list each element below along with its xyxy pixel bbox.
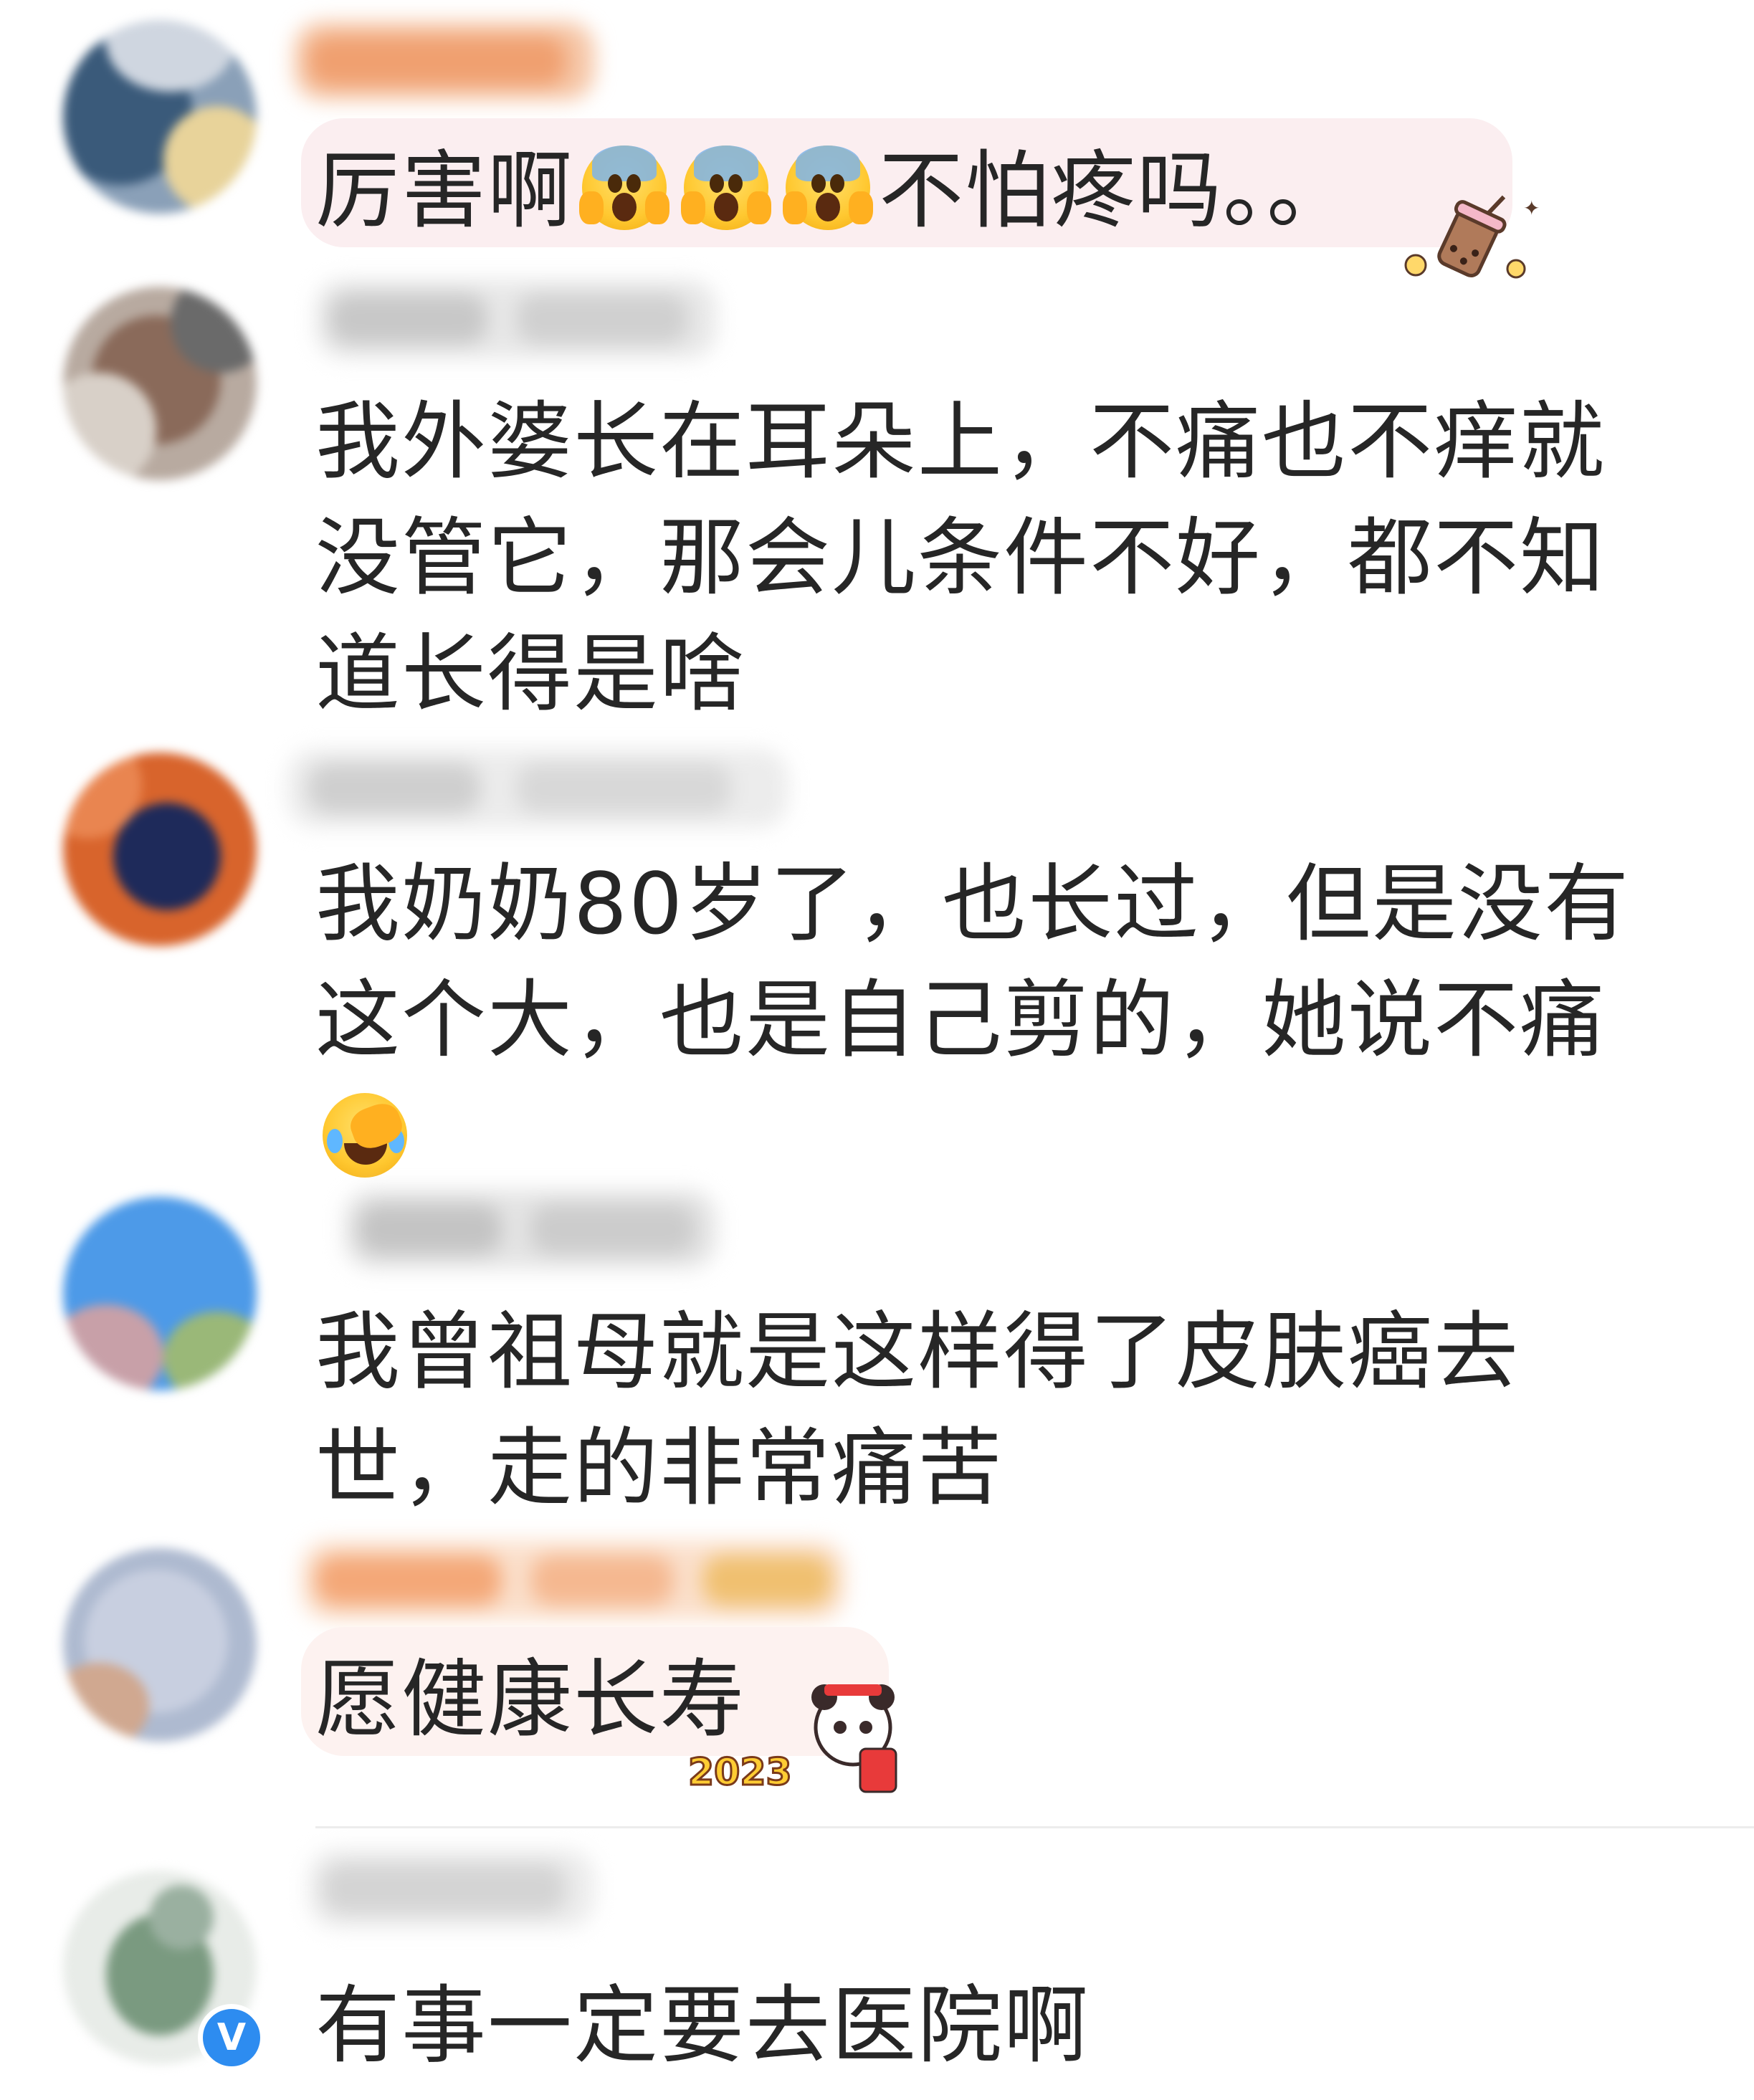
username-blurred[interactable] (308, 1849, 595, 1928)
panda-2023-sticker: 2023 (687, 1684, 897, 1795)
username-blurred[interactable] (315, 280, 717, 358)
comment-item-3: 我奶奶80岁了，也长过，但是没有 这个大，也是自己剪的，她说不痛 (0, 738, 1754, 1178)
comment-text: 我奶奶80岁了，也长过，但是没有 这个大，也是自己剪的，她说不痛 (315, 854, 1631, 1069)
avatar[interactable] (63, 1197, 257, 1390)
username-blurred[interactable] (301, 1541, 846, 1620)
avatar[interactable] (63, 1548, 257, 1742)
svg-text:✦: ✦ (1523, 196, 1540, 220)
comment-text: 厉害啊 不怕疼吗。。 (315, 141, 1353, 240)
avatar[interactable] (63, 20, 257, 214)
comment-text: 有事一定要去医院啊 (315, 1976, 1090, 2075)
username-blurred[interactable] (287, 749, 788, 828)
avatar[interactable] (63, 753, 257, 946)
comment-item-4: 我曾祖母就是这样得了皮肤癌去 世，走的非常痛苦 (0, 1175, 1754, 1541)
comment-item-1: 厉害啊 不怕疼吗。。 ✦ (0, 0, 1754, 279)
avatar[interactable] (63, 287, 257, 480)
rolling-laughing-icon (323, 1093, 407, 1178)
comment-text: 我外婆长在耳朵上，不痛也不痒就 没管它，那会儿条件不好，都不知 道长得是啥 (315, 392, 1606, 723)
comment-text: 我曾祖母就是这样得了皮肤癌去 世，走的非常痛苦 (315, 1302, 1520, 1517)
divider (315, 1826, 1754, 1828)
username-blurred[interactable] (344, 1190, 717, 1269)
comment-item-6: 有事一定要去医院啊 (0, 1835, 1754, 2100)
username-blurred[interactable] (294, 22, 595, 100)
face-screaming-in-fear-icon (681, 145, 772, 230)
face-screaming-in-fear-icon (783, 145, 874, 230)
face-screaming-in-fear-icon (579, 145, 670, 230)
svg-text:2023: 2023 (688, 1751, 792, 1794)
comment-item-2: 我外婆长在耳朵上，不痛也不痒就 没管它，那会儿条件不好，都不知 道长得是啥 (0, 265, 1754, 731)
comment-item-5: 愿健康长寿 2023 (0, 1534, 1754, 1820)
verified-v-icon: V (198, 2004, 265, 2071)
